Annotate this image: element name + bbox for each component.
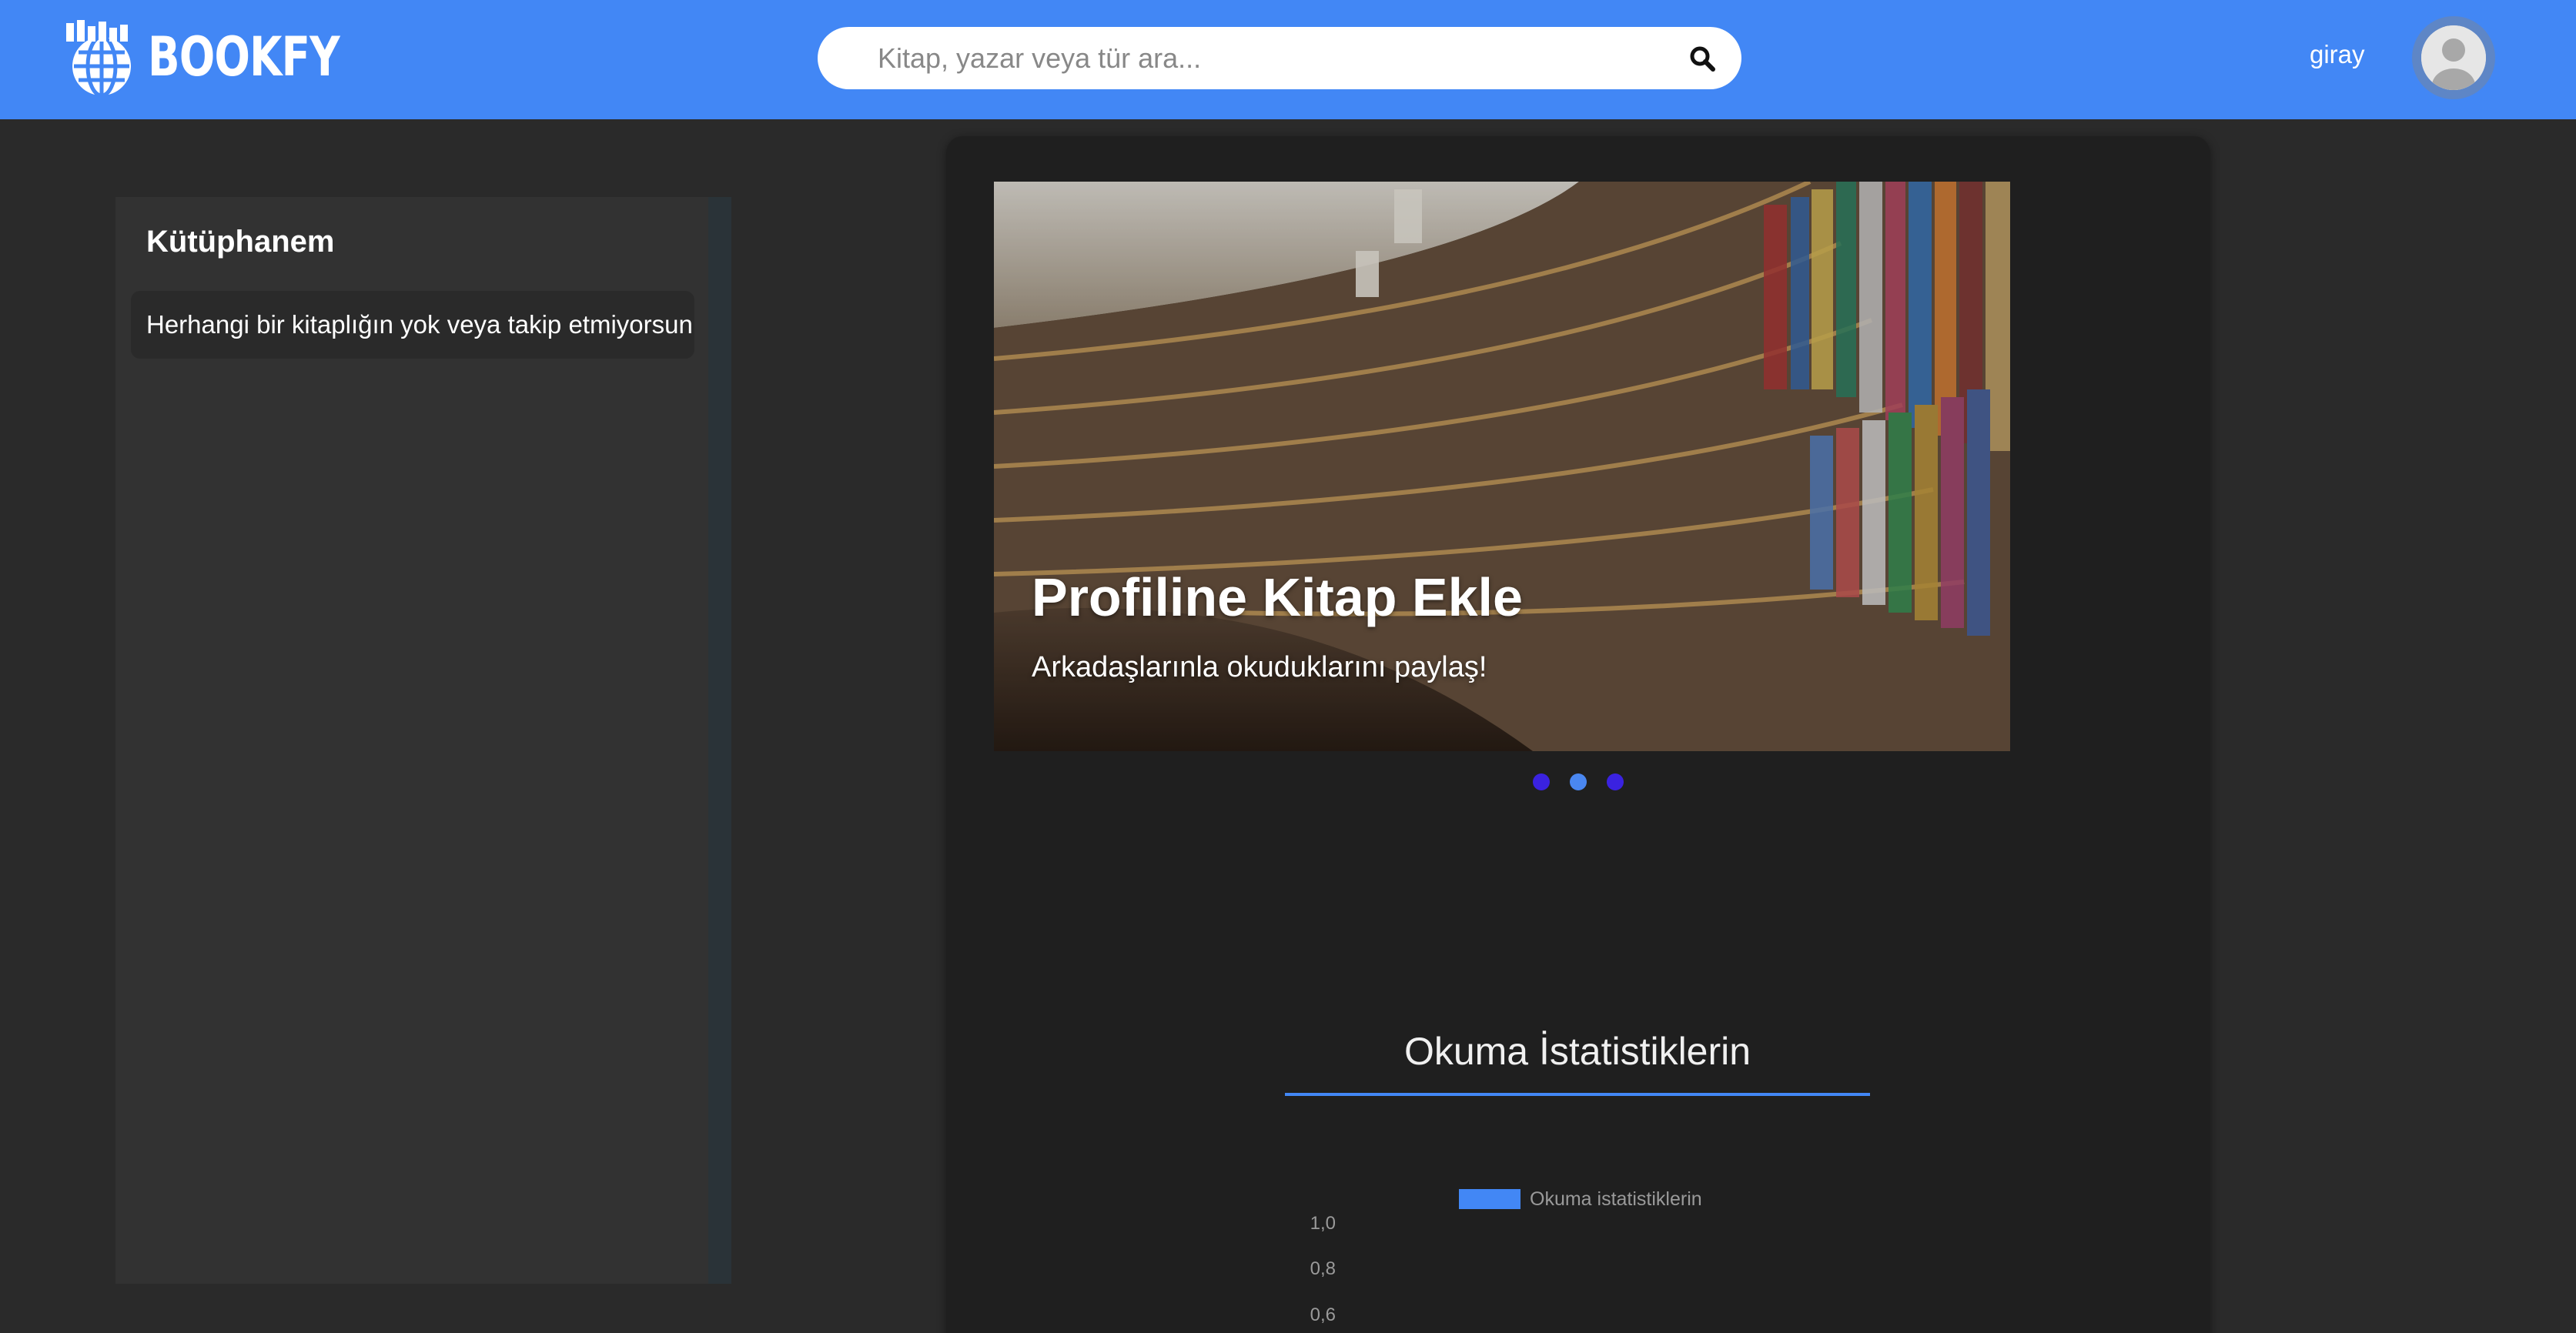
search-input[interactable] (878, 27, 1648, 89)
y-tick-label: 0,8 (1310, 1258, 1336, 1279)
library-empty-message: Herhangi bir kitaplığın yok veya takip e… (131, 291, 694, 359)
library-sidebar: Kütüphanem Herhangi bir kitaplığın yok v… (115, 197, 731, 1284)
carousel-dot-3[interactable] (1607, 773, 1624, 790)
carousel-subtitle: Arkadaşlarınla okuduklarını paylaş! (1032, 651, 1487, 683)
chart-legend-label[interactable]: Okuma istatistiklerin (1530, 1188, 1702, 1211)
search-icon[interactable] (1688, 44, 1718, 75)
main-panel: Profiline Kitap Ekle Arkadaşlarınla okud… (946, 136, 2210, 1333)
stats-title-underline (1285, 1093, 1870, 1096)
brand-logo[interactable]: BOOKFY (62, 17, 393, 97)
top-navbar: BOOKFY giray (0, 0, 2576, 119)
search-bar (818, 27, 1741, 89)
stats-title: Okuma İstatistiklerin (1403, 1030, 1751, 1073)
carousel-title: Profiline Kitap Ekle (1032, 567, 1523, 627)
carousel-dot-2[interactable] (1570, 773, 1587, 790)
user-avatar[interactable] (2412, 16, 2495, 99)
y-tick-label: 1,0 (1310, 1213, 1336, 1234)
y-tick-label: 0,6 (1310, 1305, 1336, 1325)
chart-legend-swatch[interactable] (1459, 1189, 1521, 1209)
carousel-slide[interactable]: Profiline Kitap Ekle Arkadaşlarınla okud… (994, 182, 2010, 751)
brand-name: BOOKFY (148, 25, 340, 89)
logo-globe-icon (66, 20, 131, 97)
username-label[interactable]: giray (2310, 40, 2365, 69)
user-avatar-icon (2421, 25, 2486, 90)
library-title: Kütüphanem (146, 225, 335, 259)
carousel-dot-1[interactable] (1533, 773, 1550, 790)
sidebar-scrollbar[interactable] (708, 197, 731, 1284)
